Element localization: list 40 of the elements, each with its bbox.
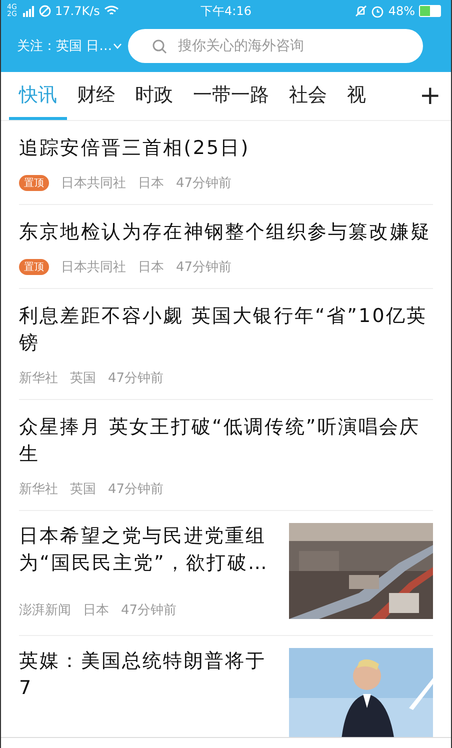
chevron-down-icon	[113, 43, 122, 49]
category-tab[interactable]: 社会	[279, 72, 337, 120]
signal-icon	[23, 6, 35, 16]
news-time: 47分钟前	[121, 602, 177, 619]
news-time: 47分钟前	[108, 370, 164, 387]
news-source: 澎湃新闻	[19, 602, 71, 619]
network-speed: 17.7K/s	[55, 4, 100, 18]
search-field[interactable]: 搜你关心的海外咨询	[128, 29, 423, 63]
pinned-tag: 置顶	[19, 259, 49, 275]
news-source: 日本共同社	[61, 259, 126, 276]
wifi-icon	[104, 5, 119, 17]
clock: 下午4:16	[200, 2, 252, 20]
category-tab[interactable]: 视	[337, 72, 376, 120]
category-tab[interactable]: 时政	[125, 72, 183, 120]
headline[interactable]: 众星捧月 英女王打破“低调传统”听演唱会庆生	[19, 414, 433, 468]
headline[interactable]: 追踪安倍晋三首相(25日)	[19, 135, 433, 162]
news-region: 日本	[138, 259, 164, 276]
blocked-icon	[39, 5, 51, 17]
category-tab[interactable]: 财经	[67, 72, 125, 120]
battery-percent: 48%	[388, 4, 415, 18]
news-time: 47分钟前	[108, 481, 164, 498]
news-time: 47分钟前	[176, 259, 232, 276]
news-source: 新华社	[19, 370, 58, 387]
news-source: 日本共同社	[61, 175, 126, 192]
news-source: 新华社	[19, 481, 58, 498]
headline[interactable]: 利息差距不容小觑 英国大银行年“省”10亿英镑	[19, 303, 433, 357]
category-tab[interactable]: 一带一路	[183, 72, 279, 120]
battery-icon	[419, 5, 441, 17]
news-region: 英国	[70, 481, 96, 498]
news-region: 日本	[138, 175, 164, 192]
headline[interactable]: 日本希望之党与民进党重组为“国民民主党”，欲打破…	[19, 523, 277, 577]
news-region: 英国	[70, 370, 96, 387]
pinned-tag: 置顶	[19, 175, 49, 191]
bell-off-icon	[355, 5, 368, 17]
search-icon	[152, 39, 168, 54]
news-time: 47分钟前	[176, 175, 232, 192]
headline[interactable]: 东京地检认为存在神钢整个组织参与篡改嫌疑	[19, 219, 433, 246]
alarm-icon	[371, 4, 384, 18]
headline[interactable]: 英媒：美国总统特朗普将于7	[19, 648, 277, 702]
news-region: 日本	[83, 602, 109, 619]
